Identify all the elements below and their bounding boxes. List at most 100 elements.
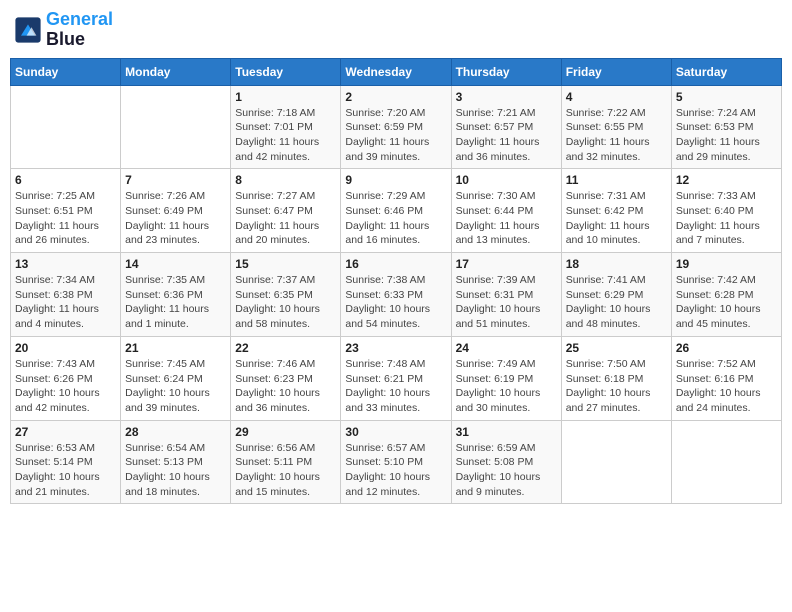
day-number: 11 [566,173,667,187]
day-number: 27 [15,425,116,439]
calendar-cell: 23 Sunrise: 7:48 AM Sunset: 6:21 PM Dayli… [341,336,451,420]
weekday-header-saturday: Saturday [671,58,781,85]
day-number: 23 [345,341,446,355]
day-number: 26 [676,341,777,355]
calendar-cell: 6 Sunrise: 7:25 AM Sunset: 6:51 PM Daylig… [11,169,121,253]
calendar-cell: 29 Sunrise: 6:56 AM Sunset: 5:11 PM Dayli… [231,420,341,504]
calendar-cell: 3 Sunrise: 7:21 AM Sunset: 6:57 PM Daylig… [451,85,561,169]
day-detail: Sunrise: 7:38 AM Sunset: 6:33 PM Dayligh… [345,273,446,332]
logo-icon [14,16,42,44]
day-detail: Sunrise: 7:29 AM Sunset: 6:46 PM Dayligh… [345,189,446,248]
day-number: 3 [456,90,557,104]
day-detail: Sunrise: 7:42 AM Sunset: 6:28 PM Dayligh… [676,273,777,332]
calendar-cell: 12 Sunrise: 7:33 AM Sunset: 6:40 PM Dayli… [671,169,781,253]
calendar-cell: 5 Sunrise: 7:24 AM Sunset: 6:53 PM Daylig… [671,85,781,169]
day-number: 15 [235,257,336,271]
day-detail: Sunrise: 7:34 AM Sunset: 6:38 PM Dayligh… [15,273,116,332]
calendar-cell: 18 Sunrise: 7:41 AM Sunset: 6:29 PM Dayli… [561,253,671,337]
calendar-week-2: 13 Sunrise: 7:34 AM Sunset: 6:38 PM Dayli… [11,253,782,337]
calendar-cell: 24 Sunrise: 7:49 AM Sunset: 6:19 PM Dayli… [451,336,561,420]
day-detail: Sunrise: 7:26 AM Sunset: 6:49 PM Dayligh… [125,189,226,248]
calendar-cell: 22Sunrise: 7:46 AM Sunset: 6:23 PM Dayli… [231,336,341,420]
calendar-cell: 28Sunrise: 6:54 AM Sunset: 5:13 PM Dayli… [121,420,231,504]
day-number: 10 [456,173,557,187]
weekday-header-sunday: Sunday [11,58,121,85]
day-detail: Sunrise: 7:50 AM Sunset: 6:18 PM Dayligh… [566,357,667,416]
day-number: 28 [125,425,226,439]
weekday-header-friday: Friday [561,58,671,85]
calendar-cell: 2 Sunrise: 7:20 AM Sunset: 6:59 PM Daylig… [341,85,451,169]
day-number: 9 [345,173,446,187]
day-detail: Sunrise: 7:48 AM Sunset: 6:21 PM Dayligh… [345,357,446,416]
weekday-header-monday: Monday [121,58,231,85]
calendar-cell: 10 Sunrise: 7:30 AM Sunset: 6:44 PM Dayli… [451,169,561,253]
calendar-week-3: 20 Sunrise: 7:43 AM Sunset: 6:26 PM Dayli… [11,336,782,420]
day-detail: Sunrise: 7:39 AM Sunset: 6:31 PM Dayligh… [456,273,557,332]
day-number: 20 [15,341,116,355]
calendar-cell: 27 Sunrise: 6:53 AM Sunset: 5:14 PM Dayli… [11,420,121,504]
day-detail: Sunrise: 7:41 AM Sunset: 6:29 PM Dayligh… [566,273,667,332]
calendar-cell: 30 Sunrise: 6:57 AM Sunset: 5:10 PM Dayli… [341,420,451,504]
day-number: 5 [676,90,777,104]
day-number: 8 [235,173,336,187]
calendar-week-0: 1 Sunrise: 7:18 AM Sunset: 7:01 PM Daylig… [11,85,782,169]
day-detail: Sunrise: 7:27 AM Sunset: 6:47 PM Dayligh… [235,189,336,248]
day-detail: Sunrise: 6:56 AM Sunset: 5:11 PM Dayligh… [235,441,336,500]
day-detail: Sunrise: 7:20 AM Sunset: 6:59 PM Dayligh… [345,106,446,165]
day-detail: Sunrise: 7:21 AM Sunset: 6:57 PM Dayligh… [456,106,557,165]
calendar-cell [11,85,121,169]
weekday-header-thursday: Thursday [451,58,561,85]
calendar-cell: 9 Sunrise: 7:29 AM Sunset: 6:46 PM Daylig… [341,169,451,253]
calendar-cell: 7 Sunrise: 7:26 AM Sunset: 6:49 PM Daylig… [121,169,231,253]
day-number: 7 [125,173,226,187]
weekday-header-tuesday: Tuesday [231,58,341,85]
day-number: 1 [235,90,336,104]
logo: General Blue [14,10,113,50]
day-number: 4 [566,90,667,104]
day-number: 12 [676,173,777,187]
day-number: 6 [15,173,116,187]
calendar-cell [561,420,671,504]
calendar-cell: 16Sunrise: 7:38 AM Sunset: 6:33 PM Dayli… [341,253,451,337]
day-number: 17 [456,257,557,271]
logo-text: General Blue [46,10,113,50]
weekday-header-wednesday: Wednesday [341,58,451,85]
calendar-cell: 31Sunrise: 6:59 AM Sunset: 5:08 PM Dayli… [451,420,561,504]
day-number: 31 [456,425,557,439]
calendar-cell: 14Sunrise: 7:35 AM Sunset: 6:36 PM Dayli… [121,253,231,337]
day-detail: Sunrise: 7:43 AM Sunset: 6:26 PM Dayligh… [15,357,116,416]
day-detail: Sunrise: 7:49 AM Sunset: 6:19 PM Dayligh… [456,357,557,416]
day-detail: Sunrise: 6:57 AM Sunset: 5:10 PM Dayligh… [345,441,446,500]
calendar-cell: 1 Sunrise: 7:18 AM Sunset: 7:01 PM Daylig… [231,85,341,169]
day-number: 30 [345,425,446,439]
calendar-cell: 13 Sunrise: 7:34 AM Sunset: 6:38 PM Dayli… [11,253,121,337]
calendar-cell: 17 Sunrise: 7:39 AM Sunset: 6:31 PM Dayli… [451,253,561,337]
calendar-cell: 8 Sunrise: 7:27 AM Sunset: 6:47 PM Daylig… [231,169,341,253]
day-number: 24 [456,341,557,355]
calendar-cell: 20 Sunrise: 7:43 AM Sunset: 6:26 PM Dayli… [11,336,121,420]
calendar-cell: 11Sunrise: 7:31 AM Sunset: 6:42 PM Dayli… [561,169,671,253]
day-number: 29 [235,425,336,439]
day-number: 2 [345,90,446,104]
day-detail: Sunrise: 7:33 AM Sunset: 6:40 PM Dayligh… [676,189,777,248]
day-detail: Sunrise: 6:53 AM Sunset: 5:14 PM Dayligh… [15,441,116,500]
day-detail: Sunrise: 7:35 AM Sunset: 6:36 PM Dayligh… [125,273,226,332]
day-detail: Sunrise: 7:37 AM Sunset: 6:35 PM Dayligh… [235,273,336,332]
day-detail: Sunrise: 7:30 AM Sunset: 6:44 PM Dayligh… [456,189,557,248]
calendar-cell [671,420,781,504]
calendar-cell: 15 Sunrise: 7:37 AM Sunset: 6:35 PM Dayli… [231,253,341,337]
day-number: 13 [15,257,116,271]
day-number: 18 [566,257,667,271]
day-detail: Sunrise: 7:45 AM Sunset: 6:24 PM Dayligh… [125,357,226,416]
day-detail: Sunrise: 7:24 AM Sunset: 6:53 PM Dayligh… [676,106,777,165]
calendar-week-1: 6 Sunrise: 7:25 AM Sunset: 6:51 PM Daylig… [11,169,782,253]
calendar-cell: 25 Sunrise: 7:50 AM Sunset: 6:18 PM Dayli… [561,336,671,420]
calendar-table: SundayMondayTuesdayWednesdayThursdayFrid… [10,58,782,505]
day-detail: Sunrise: 7:25 AM Sunset: 6:51 PM Dayligh… [15,189,116,248]
calendar-cell: 19Sunrise: 7:42 AM Sunset: 6:28 PM Dayli… [671,253,781,337]
day-detail: Sunrise: 7:18 AM Sunset: 7:01 PM Dayligh… [235,106,336,165]
day-number: 25 [566,341,667,355]
page-header: General Blue [10,10,782,50]
calendar-week-4: 27 Sunrise: 6:53 AM Sunset: 5:14 PM Dayli… [11,420,782,504]
day-number: 22 [235,341,336,355]
